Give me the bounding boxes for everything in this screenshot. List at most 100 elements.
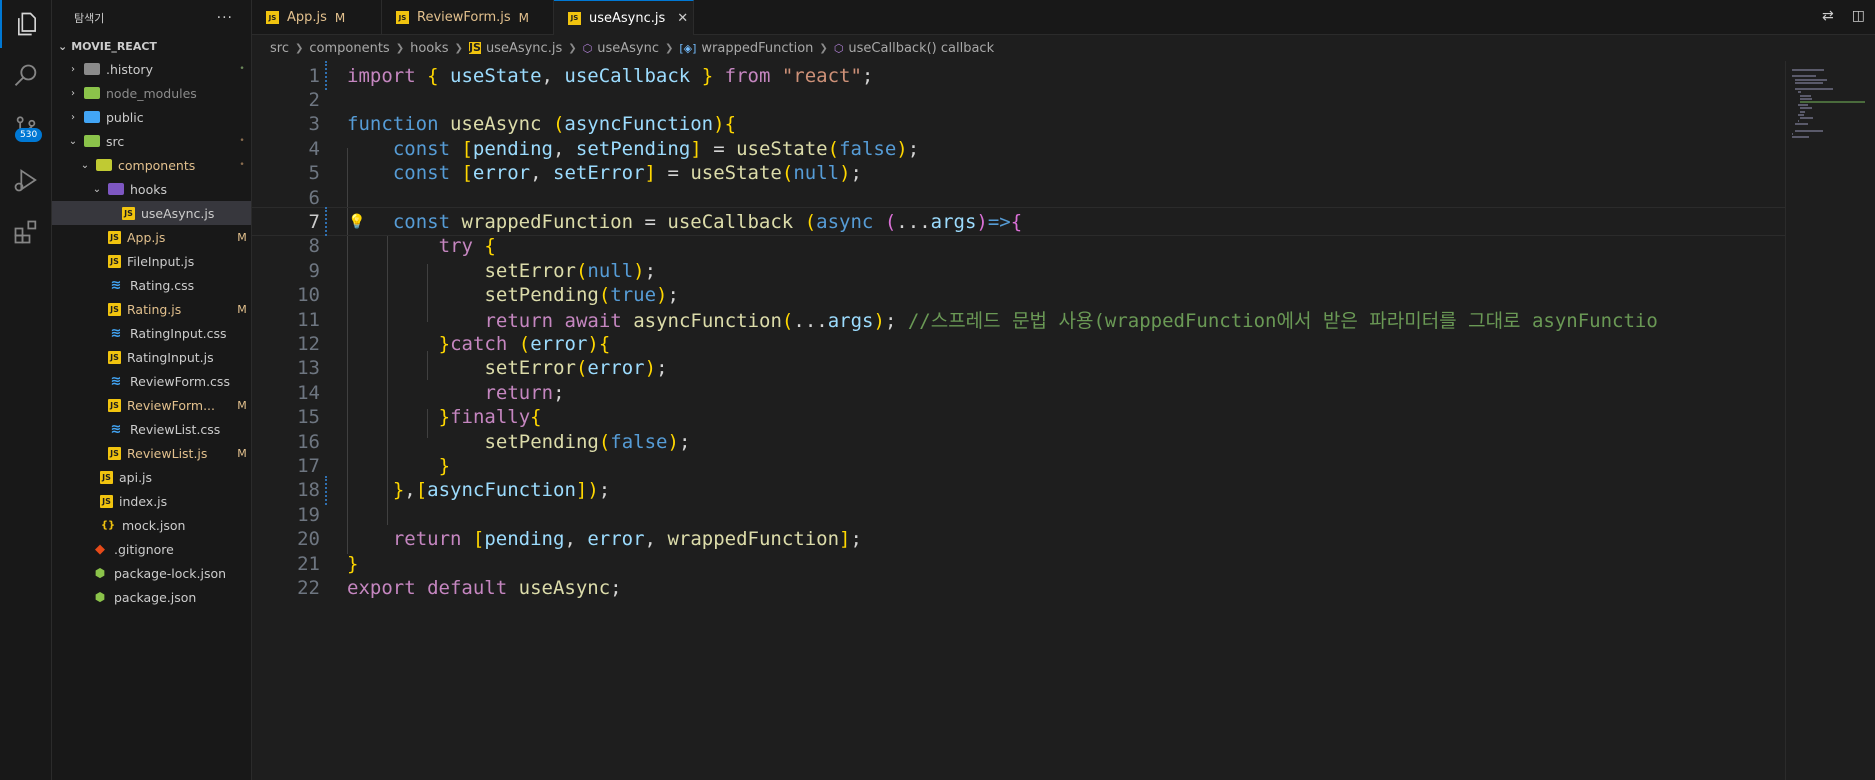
line-number: 3 xyxy=(308,113,320,136)
code-text: import { useState, useCallback } from "r… xyxy=(347,64,874,87)
chevron-right-icon: › xyxy=(71,87,75,99)
tree-file[interactable]: JS RatingInput.js xyxy=(52,345,251,369)
code-text: return; xyxy=(484,381,565,404)
project-root[interactable]: ⌄ MOVIE_REACT xyxy=(52,35,251,57)
code-text: setPending(true); xyxy=(484,284,679,307)
tree-file[interactable]: ⬢ package.json xyxy=(52,585,251,609)
tree-item-label: .history xyxy=(106,61,153,77)
tree-item-label: public xyxy=(106,109,144,125)
breadcrumb-item[interactable]: components xyxy=(309,41,389,56)
tab-label: useAsync.js xyxy=(589,10,666,26)
tree-item-label: ReviewList.css xyxy=(130,421,221,437)
tree-file[interactable]: JS api.js xyxy=(52,465,251,489)
tree-item-label: .gitignore xyxy=(114,541,174,557)
js-file-icon: JS xyxy=(266,11,279,24)
tree-file[interactable]: JS ReviewList.js M xyxy=(52,441,251,465)
run-debug-icon[interactable] xyxy=(0,156,52,204)
chevron-down-icon: ⌄ xyxy=(80,159,90,171)
git-status-indicator: • xyxy=(239,160,245,170)
tree-item-label: ReviewForm... xyxy=(127,397,216,413)
line-number: 11 xyxy=(297,308,320,331)
minimap-line xyxy=(1794,123,1809,126)
minimap-line xyxy=(1797,91,1802,94)
npm-file-icon: ⬢ xyxy=(94,566,106,580)
tree-file[interactable]: ≋ ReviewList.css xyxy=(52,417,251,441)
line-number: 15 xyxy=(297,406,320,429)
line-number: 17 xyxy=(297,454,320,477)
breadcrumb-item[interactable]: wrappedFunction xyxy=(701,41,813,56)
folder-icon xyxy=(108,183,124,195)
chevron-right-icon: ❯ xyxy=(819,42,828,54)
tree-item-label: RatingInput.css xyxy=(130,325,227,341)
tree-file[interactable]: ≋ RatingInput.css xyxy=(52,321,251,345)
tree-folder[interactable]: › public xyxy=(52,105,251,129)
close-icon[interactable]: ✕ xyxy=(677,11,688,26)
breadcrumb-item[interactable]: useCallback() callback xyxy=(848,41,994,56)
js-file-icon: JS xyxy=(122,206,135,220)
tree-item-label: node_modules xyxy=(106,85,197,101)
tab-app-js[interactable]: JS App.js M xyxy=(252,0,382,35)
minimap-line xyxy=(1792,69,1825,71)
line-number: 10 xyxy=(297,284,320,307)
tree-file[interactable]: JS index.js xyxy=(52,489,251,513)
breadcrumb-item[interactable]: useAsync.js xyxy=(486,41,562,56)
minimap-line xyxy=(1792,136,1809,139)
chevron-down-icon: ⌄ xyxy=(58,39,68,53)
tab-useasync-js[interactable]: JS useAsync.js ✕ xyxy=(554,0,694,35)
tree-item-label: RatingInput.js xyxy=(127,349,214,365)
line-number: 9 xyxy=(308,259,320,282)
tree-item-label: useAsync.js xyxy=(141,205,215,221)
code-text: const [pending, setPending] = useState(f… xyxy=(392,137,920,160)
minimap-line xyxy=(1792,133,1793,135)
tree-folder[interactable]: ⌄ hooks xyxy=(52,177,251,201)
tree-file[interactable]: JS App.js M xyxy=(52,225,251,249)
tree-file[interactable]: {} mock.json xyxy=(52,513,251,537)
source-control-badge: 530 xyxy=(15,128,43,142)
project-name: MOVIE_REACT xyxy=(71,39,157,53)
minimap[interactable] xyxy=(1785,61,1875,780)
compare-changes-icon[interactable]: ⇄ xyxy=(1822,8,1834,24)
tab-reviewform-js[interactable]: JS ReviewForm.js M xyxy=(382,0,554,35)
minimap-line xyxy=(1800,97,1813,100)
tree-file[interactable]: JS FileInput.js xyxy=(52,249,251,273)
tree-file[interactable]: ◆ .gitignore xyxy=(52,537,251,561)
tree-file[interactable]: ≋ ReviewForm.css xyxy=(52,369,251,393)
breadcrumb-item[interactable]: useAsync xyxy=(597,41,659,56)
tree-file[interactable]: ⬢ package-lock.json xyxy=(52,561,251,585)
tree-folder[interactable]: › .history • xyxy=(52,57,251,81)
code-editor[interactable]: 1 import { useState, useCallback } from "… xyxy=(252,61,1785,780)
tree-file[interactable]: JS Rating.js M xyxy=(52,297,251,321)
tree-item-label: mock.json xyxy=(122,517,186,533)
code-text: function useAsync (asyncFunction){ xyxy=(347,113,737,136)
tree-folder[interactable]: ⌄ src • xyxy=(52,129,251,153)
line-number: 7 xyxy=(308,210,320,233)
line-number: 19 xyxy=(297,503,320,526)
line-number: 1 xyxy=(308,64,320,87)
search-icon[interactable] xyxy=(0,52,52,100)
tree-folder[interactable]: ⌄ components • xyxy=(52,153,251,177)
minimap-line xyxy=(1800,94,1811,97)
js-file-icon: JS xyxy=(568,11,581,25)
minimap-line xyxy=(1800,110,1806,113)
minimap-line xyxy=(1792,75,1816,78)
code-text: setError(error); xyxy=(484,357,668,380)
breadcrumb-item[interactable]: src xyxy=(270,41,289,56)
js-file-icon: JS xyxy=(108,350,121,364)
extensions-icon[interactable] xyxy=(0,208,52,256)
git-status-indicator: • xyxy=(239,64,245,74)
split-editor-icon[interactable]: ◫ xyxy=(1852,8,1865,24)
js-file-icon: JS xyxy=(108,230,121,244)
js-file-icon: JS xyxy=(108,446,121,460)
breadcrumb-item[interactable]: hooks xyxy=(410,41,448,56)
minimap-line xyxy=(1794,129,1824,132)
code-text: }finally{ xyxy=(438,406,542,429)
explorer-icon[interactable] xyxy=(0,0,52,48)
tree-file[interactable]: ≋ Rating.css xyxy=(52,273,251,297)
code-text: return [pending, error, wrappedFunction]… xyxy=(392,528,862,551)
chevron-right-icon: › xyxy=(71,111,75,123)
tree-folder[interactable]: › node_modules xyxy=(52,81,251,105)
tree-file[interactable]: JS useAsync.js xyxy=(52,201,251,225)
tree-file[interactable]: JS ReviewForm... M xyxy=(52,393,251,417)
code-text: } xyxy=(438,454,451,477)
more-actions-icon[interactable]: ··· xyxy=(217,10,233,26)
